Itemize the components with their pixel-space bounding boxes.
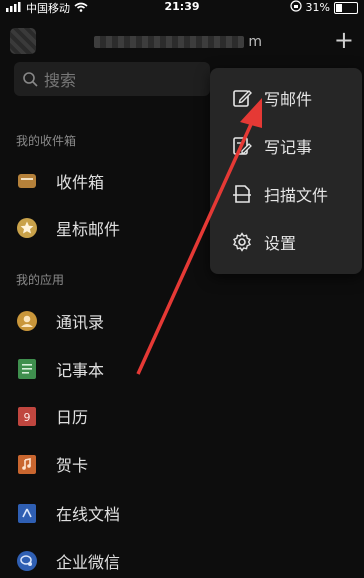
account-name[interactable]: m [94, 34, 262, 50]
compose-icon [230, 86, 254, 110]
section-title-inbox: 我的收件箱 [16, 134, 77, 148]
wework-icon [16, 550, 38, 572]
online-docs-icon [16, 502, 38, 524]
list-item-greeting-card[interactable]: 贺卡 [0, 447, 364, 481]
status-right: 31% [289, 0, 358, 15]
account-name-redacted [94, 36, 245, 48]
contacts-icon [16, 310, 38, 332]
orientation-lock-icon [289, 0, 302, 15]
menu-item-label: 写邮件 [264, 90, 313, 109]
list-item-label: 贺卡 [56, 456, 89, 475]
list-item-online-docs[interactable]: 在线文档 [0, 496, 364, 530]
list-item-label: 企业微信 [56, 553, 121, 572]
list-item-contacts[interactable]: 通讯录 [0, 304, 364, 338]
battery-percent: 31% [305, 1, 330, 14]
calendar-badge: 9 [24, 411, 31, 424]
list-item-wework[interactable]: 企业微信 [0, 544, 364, 578]
battery-icon [334, 1, 358, 14]
inbox-icon [16, 170, 38, 192]
list-item-label: 收件箱 [56, 173, 105, 192]
section-title-apps: 我的应用 [16, 273, 65, 287]
menu-item-label: 设置 [264, 234, 297, 253]
menu-item-label: 写记事 [264, 138, 313, 157]
battery-fill [336, 3, 342, 12]
list-item-label: 星标邮件 [56, 220, 121, 239]
list-item-label: 记事本 [56, 361, 105, 380]
list-item-notes[interactable]: 记事本 [0, 352, 364, 386]
menu-item-settings[interactable]: 设置 [210, 220, 362, 264]
note-edit-icon [230, 134, 254, 158]
menu-item-scan-file[interactable]: 扫描文件 [210, 172, 362, 216]
gear-icon [230, 230, 254, 254]
avatar[interactable] [10, 28, 36, 54]
list-item-label: 日历 [56, 408, 89, 427]
list-item-label: 通讯录 [56, 313, 105, 332]
search-bar[interactable]: 搜索 [14, 62, 210, 96]
menu-item-write-mail[interactable]: 写邮件 [210, 76, 362, 120]
scan-icon [230, 182, 254, 206]
menu-item-label: 扫描文件 [264, 186, 329, 205]
status-bar: 中国移动 21:39 31% [0, 0, 364, 16]
calendar-icon: 9 [16, 405, 38, 427]
search-icon [22, 71, 38, 87]
star-icon [16, 217, 38, 239]
header: m + [0, 24, 364, 60]
search-placeholder: 搜索 [44, 71, 77, 90]
greeting-card-icon [16, 453, 38, 475]
plus-icon[interactable]: + [334, 26, 354, 54]
compose-popup-menu: 写邮件 写记事 扫描文件 设置 [210, 68, 362, 274]
account-name-suffix: m [248, 34, 262, 50]
list-item-label: 在线文档 [56, 505, 121, 524]
list-item-calendar[interactable]: 9 日历 [0, 399, 364, 433]
notes-icon [16, 358, 38, 380]
menu-item-write-note[interactable]: 写记事 [210, 124, 362, 168]
